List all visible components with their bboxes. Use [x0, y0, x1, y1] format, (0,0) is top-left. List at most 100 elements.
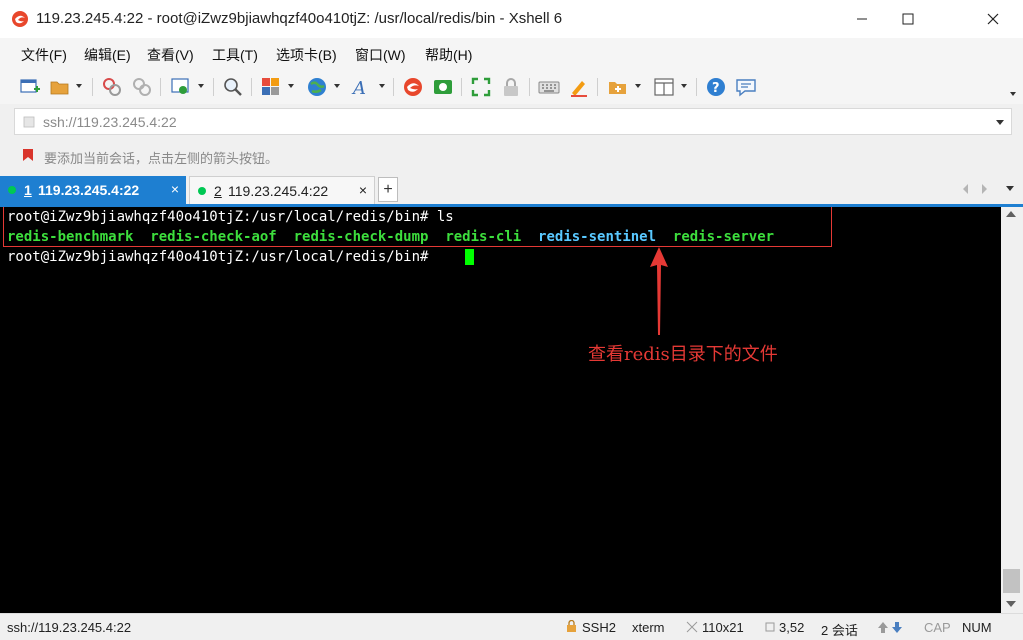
- lock-icon[interactable]: [500, 76, 522, 98]
- shell-prompt: root@iZwz9bjiawhqzf40o410tjZ:/usr/local/…: [7, 209, 429, 225]
- toolbar-overflow-icon[interactable]: [1010, 92, 1016, 96]
- new-folder-dropdown-icon[interactable]: [635, 84, 641, 88]
- toolbar-separator: [251, 78, 252, 96]
- menu-file[interactable]: 文件(F): [21, 45, 67, 65]
- globe-dropdown-icon[interactable]: [334, 84, 340, 88]
- ls-file-entry: redis-check-aof: [150, 229, 277, 245]
- add-session-arrow-icon[interactable]: [20, 147, 36, 163]
- maximize-button[interactable]: [885, 0, 931, 38]
- transfer-arrows-icon: [878, 622, 902, 633]
- tab-session-1[interactable]: 1 119.23.245.4:22 ×: [0, 176, 186, 204]
- xshell-logo-icon: [12, 11, 28, 27]
- tab-label: 119.23.245.4:22: [228, 183, 329, 199]
- terminal-area[interactable]: root@iZwz9bjiawhqzf40o410tjZ:/usr/local/…: [0, 207, 1001, 613]
- menu-tools[interactable]: 工具(T): [212, 45, 258, 65]
- svg-text:?: ?: [712, 81, 720, 96]
- properties-icon[interactable]: [170, 76, 192, 98]
- scroll-thumb[interactable]: [1003, 569, 1020, 593]
- toolbar-separator: [92, 78, 93, 96]
- status-cursor-position: 3,52: [779, 620, 805, 635]
- ls-output-line: redis-benchmark redis-check-aof redis-ch…: [7, 227, 774, 247]
- hint-text: 要添加当前会话，点击左侧的箭头按钮。: [44, 151, 279, 166]
- status-connection: ssh://119.23.245.4:22: [7, 620, 132, 635]
- highlight-icon[interactable]: [568, 76, 590, 98]
- tab-session-2[interactable]: 2 119.23.245.4:22 ×: [189, 176, 375, 204]
- keyboard-icon[interactable]: [538, 76, 560, 98]
- toolbar-separator: [696, 78, 697, 96]
- menu-help[interactable]: 帮助(H): [425, 45, 472, 65]
- chat-icon[interactable]: [735, 76, 757, 98]
- menu-tabs[interactable]: 选项卡(B): [276, 45, 337, 65]
- tab-close-icon[interactable]: ×: [171, 181, 179, 197]
- terminal-line-3: root@iZwz9bjiawhqzf40o410tjZ:/usr/local/…: [7, 247, 428, 267]
- open-dropdown-icon[interactable]: [76, 84, 82, 88]
- ls-file-entry: redis-server: [672, 229, 775, 245]
- xshell-icon[interactable]: [402, 76, 424, 98]
- connected-indicator: [8, 186, 16, 194]
- fullscreen-icon[interactable]: [470, 76, 492, 98]
- connected-indicator: [198, 187, 206, 195]
- status-size: 110x21: [702, 620, 744, 635]
- status-terminal-type: xterm: [632, 620, 665, 635]
- reconnect-icon[interactable]: [101, 76, 123, 98]
- shell-command: ls: [428, 209, 454, 225]
- terminal-line-1: root@iZwz9bjiawhqzf40o410tjZ:/usr/local/…: [7, 207, 454, 227]
- toolbar-separator: [160, 78, 161, 96]
- status-num: NUM: [962, 620, 992, 635]
- help-icon[interactable]: ?: [705, 76, 727, 98]
- menu-window[interactable]: 窗口(W): [355, 45, 406, 65]
- minimize-button[interactable]: [839, 0, 885, 38]
- window-layout-dropdown-icon[interactable]: [681, 84, 687, 88]
- disconnect-icon[interactable]: [131, 76, 153, 98]
- scroll-up-icon[interactable]: [1006, 211, 1016, 217]
- font-dropdown-icon[interactable]: [379, 84, 385, 88]
- menu-edit[interactable]: 编辑(E): [84, 45, 131, 65]
- cursor-position-icon: [765, 622, 775, 632]
- toolbar-separator: [213, 78, 214, 96]
- layout-dropdown-icon[interactable]: [288, 84, 294, 88]
- status-caps: CAP: [924, 620, 951, 635]
- new-tab-button[interactable]: +: [378, 177, 398, 202]
- address-bar[interactable]: ssh://119.23.245.4:22: [14, 108, 1012, 135]
- address-dropdown-icon[interactable]: [996, 120, 1004, 125]
- tab-bar: 1 119.23.245.4:22 × 2 119.23.245.4:22 × …: [0, 174, 1023, 207]
- minimize-icon: [857, 18, 867, 20]
- tab-scroll-left-icon[interactable]: [963, 184, 968, 194]
- tab-scroll-right-icon[interactable]: [982, 184, 987, 194]
- size-icon: [686, 621, 698, 633]
- status-sessions: 2 会话: [821, 623, 858, 638]
- terminal-scrollbar[interactable]: [1001, 207, 1023, 613]
- open-folder-icon[interactable]: [49, 76, 71, 98]
- svg-text:A: A: [351, 78, 366, 98]
- xftp-icon[interactable]: [432, 76, 454, 98]
- toolbar-separator: [529, 78, 530, 96]
- ls-file-entry: redis-sentinel: [538, 229, 657, 245]
- close-button[interactable]: [970, 0, 1016, 38]
- close-icon: [987, 13, 999, 25]
- tab-list-dropdown-icon[interactable]: [1006, 186, 1014, 191]
- ls-file-entry: redis-cli: [445, 229, 522, 245]
- toolbar-separator: [597, 78, 598, 96]
- shell-prompt: root@iZwz9bjiawhqzf40o410tjZ:/usr/local/…: [7, 249, 429, 265]
- status-bar: ssh://119.23.245.4:22 SSH2 xterm 110x21 …: [0, 613, 1023, 640]
- tab-close-icon[interactable]: ×: [359, 182, 367, 198]
- layout-icon[interactable]: [260, 76, 282, 98]
- tab-label: 119.23.245.4:22: [38, 182, 140, 198]
- menu-view[interactable]: 查看(V): [147, 45, 194, 65]
- scroll-down-icon[interactable]: [1006, 601, 1016, 607]
- hint-bar: 要添加当前会话，点击左侧的箭头按钮。: [0, 140, 1023, 170]
- annotation-arrow-icon: [650, 247, 668, 335]
- properties-dropdown-icon[interactable]: [198, 84, 204, 88]
- title-bar: 119.23.245.4:22 - root@iZwz9bjiawhqzf40o…: [0, 0, 1023, 39]
- font-icon[interactable]: A: [351, 76, 373, 98]
- window-layout-icon[interactable]: [653, 76, 675, 98]
- new-folder-icon[interactable]: [607, 76, 629, 98]
- bookmark-icon: [23, 116, 35, 128]
- find-icon[interactable]: [222, 76, 244, 98]
- address-input[interactable]: ssh://119.23.245.4:22: [43, 114, 177, 130]
- toolbar-separator: [393, 78, 394, 96]
- new-session-icon[interactable]: [19, 76, 41, 98]
- annotation-text: 查看redis目录下的文件: [588, 344, 778, 365]
- terminal-cursor: [465, 249, 474, 265]
- globe-icon[interactable]: [306, 76, 328, 98]
